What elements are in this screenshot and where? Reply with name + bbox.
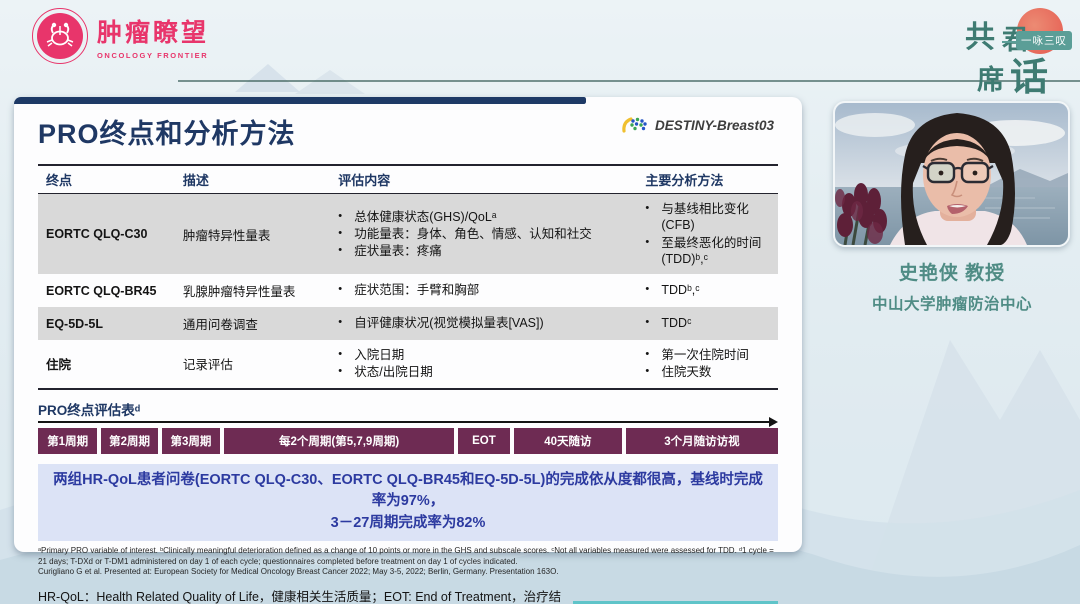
table-row: EORTC QLQ-BR45 乳腺肿瘤特异性量表 症状范围：手臂和胸部 TDDᵇ… [38, 274, 778, 307]
speaker-caption: 史艳侠 教授 中山大学肿瘤防治中心 [828, 258, 1076, 314]
timeline-box-every2cycles: 每2个周期(第5,7,9周期) [224, 428, 454, 454]
timeline-box-3month-followup: 3个月随访访视 [626, 428, 778, 454]
col-header-content: 评估内容 [330, 166, 637, 193]
speaker-video-feed [833, 101, 1070, 247]
key-message-box: 两组HR-QoL患者问卷(EORTC QLQ-C30、EORTC QLQ-BR4… [38, 464, 778, 541]
pro-endpoints-table: 终点 描述 评估内容 主要分析方法 EORTC QLQ-C30 肿瘤特异性量表 … [38, 164, 778, 390]
timeline-box-cycle3: 第3周期 [162, 428, 220, 454]
presentation-slide: PRO终点和分析方法 DESTINY-Breast03 终点 描述 评估内容 [14, 97, 802, 552]
table-row: EQ-5D-5L 通用问卷调查 自评健康状况(视觉模拟量表[VAS]) TDDᶜ [38, 307, 778, 340]
timeline-box-cycle1: 第1周期 [38, 428, 97, 454]
slide-top-accent-bar [14, 97, 586, 104]
oncology-frontier-logo: 肿瘤瞭望 ONCOLOGY FRONTIER [32, 8, 209, 64]
study-logo-label: DESTINY-Breast03 [655, 118, 774, 133]
speaker-name: 史艳侠 教授 [828, 258, 1076, 285]
study-logo: DESTINY-Breast03 [621, 115, 774, 135]
program-char-1: 共 [965, 12, 995, 56]
table-row: 住院 记录评估 入院日期 状态/出院日期 第一次住院时间 住院天数 [38, 340, 778, 388]
speaker-affiliation: 中山大学肿瘤防治中心 [828, 292, 1076, 314]
table-row: EORTC QLQ-C30 肿瘤特异性量表 总体健康状态(GHS)/QoLᵃ 功… [38, 194, 778, 274]
program-banner: 一咏三叹 [1016, 31, 1072, 50]
abbreviations-text: HR-QoL：Health Related Quality of Life，健康… [38, 586, 573, 604]
col-header-endpoint: 终点 [38, 166, 175, 193]
brand-subtitle: ONCOLOGY FRONTIER [97, 51, 209, 60]
timeline-box-eot: EOT [458, 428, 510, 454]
timeline-boxes: 第1周期 第2周期 第3周期 每2个周期(第5,7,9周期) EOT 40天随访… [38, 428, 778, 454]
crab-badge-icon [32, 8, 88, 64]
timeline-arrow [38, 421, 772, 423]
destiny-logo-icon [621, 115, 649, 135]
slide-title: PRO终点和分析方法 [38, 112, 296, 151]
timeline-box-cycle2: 第2周期 [101, 428, 157, 454]
program-char-4: 话 [1010, 46, 1048, 101]
brand-title: 肿瘤瞭望 [97, 13, 209, 49]
program-char-3: 席 [977, 58, 1004, 97]
col-header-description: 描述 [175, 166, 330, 193]
col-header-methods: 主要分析方法 [637, 166, 778, 193]
speaker-portrait [835, 103, 1068, 245]
reference-text: Curigliano G et al. Presented at: Europe… [38, 567, 778, 578]
table-header-row: 终点 描述 评估内容 主要分析方法 [38, 166, 778, 194]
timeline-title: PRO终点评估表ᵈ [38, 399, 778, 419]
timeline-box-40day-followup: 40天随访 [514, 428, 622, 454]
footnote-text: ᵃPrimary PRO variable of interest. ᵇClin… [38, 546, 778, 568]
program-logo: 共 君 席 话 一咏三叹 [920, 0, 1080, 105]
